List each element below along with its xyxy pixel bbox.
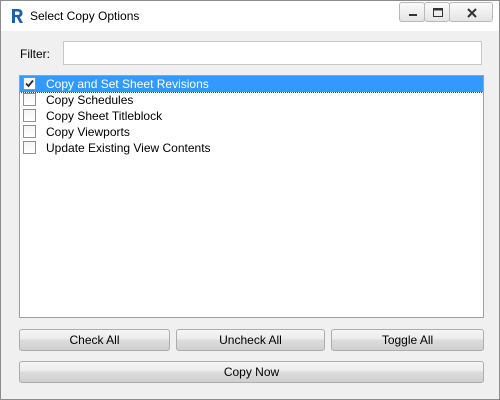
window-controls [399,2,493,22]
options-list[interactable]: Copy and Set Sheet Revisions Copy Schedu… [19,75,484,318]
checkbox[interactable] [23,109,36,122]
list-item-label: Copy Viewports [46,125,130,139]
filter-label: Filter: [20,47,50,61]
minimize-button[interactable] [399,2,425,22]
checkbox[interactable] [23,125,36,138]
list-item[interactable]: Update Existing View Contents [20,140,483,156]
list-item[interactable]: Copy and Set Sheet Revisions [20,76,483,93]
close-button[interactable] [449,2,493,22]
dialog-window: Select Copy Options Filter: Copy and Set… [0,0,500,400]
copy-now-button[interactable]: Copy Now [19,361,484,383]
check-all-button[interactable]: Check All [19,329,170,351]
maximize-button[interactable] [424,2,450,22]
checkbox[interactable] [23,141,36,154]
toggle-all-button[interactable]: Toggle All [331,329,484,351]
checkbox[interactable] [23,93,36,106]
list-item[interactable]: Copy Schedules [20,92,483,108]
list-item[interactable]: Copy Sheet Titleblock [20,108,483,124]
checkbox[interactable] [23,77,36,90]
list-item-label: Copy and Set Sheet Revisions [46,77,209,91]
revit-r-icon [10,8,24,24]
filter-input[interactable] [63,41,482,65]
title-bar[interactable]: Select Copy Options [1,1,499,31]
list-item-label: Copy Sheet Titleblock [46,109,163,123]
list-item[interactable]: Copy Viewports [20,124,483,140]
list-item-label: Update Existing View Contents [46,141,211,155]
window-title: Select Copy Options [30,9,140,23]
list-item-label: Copy Schedules [46,93,134,107]
uncheck-all-button[interactable]: Uncheck All [176,329,325,351]
